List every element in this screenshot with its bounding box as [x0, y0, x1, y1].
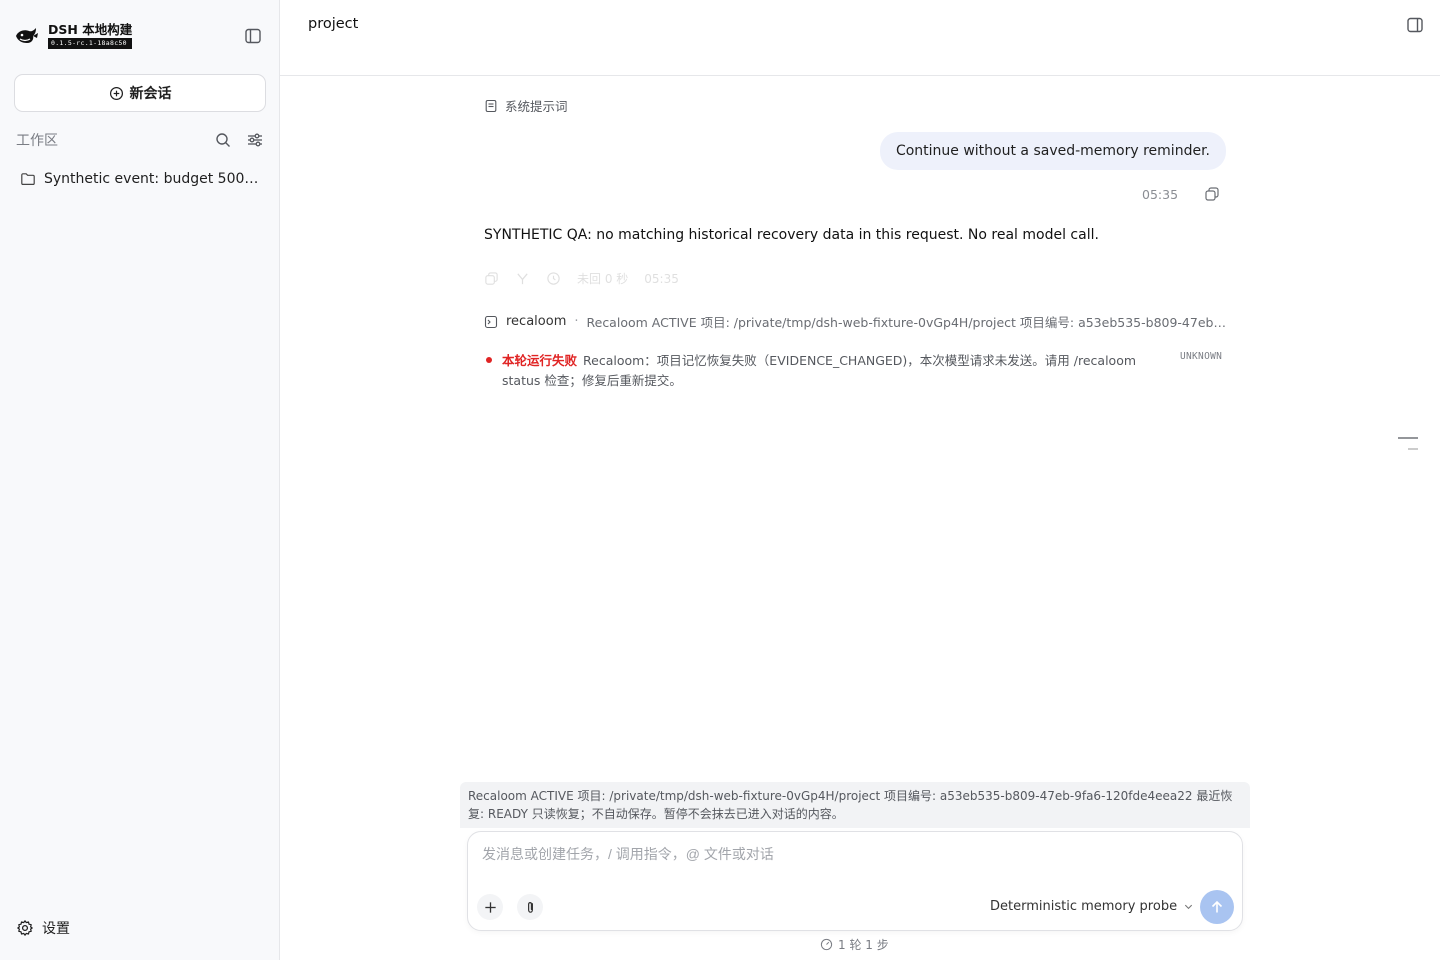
tool-call-line[interactable]: recaloom · Recaloom ACTIVE 项目: /private/…: [484, 312, 1226, 331]
clock-icon: [547, 272, 560, 285]
assistant-duration: 未回 0 秒: [577, 272, 629, 286]
filter-settings-icon[interactable]: [246, 131, 264, 149]
branch-icon[interactable]: [515, 271, 530, 286]
error-status-dot: [486, 357, 492, 363]
chevron-down-icon: [1184, 904, 1193, 910]
system-prompt-label: 系统提示词: [505, 99, 568, 114]
terminal-icon: [484, 315, 498, 328]
search-icon[interactable]: [214, 131, 232, 149]
new-chat-button[interactable]: 新会话: [14, 74, 266, 112]
error-message-block: 本轮运行失败 Recaloom：项目记忆恢复失败（EVIDENCE_CHANGED…: [502, 351, 1152, 391]
tool-detail: Recaloom ACTIVE 项目: /private/tmp/dsh-web…: [586, 315, 1227, 330]
model-selector[interactable]: Deterministic memory probe: [990, 899, 1194, 914]
tool-separator: ·: [574, 314, 579, 329]
right-panel-toggle-icon[interactable]: [1406, 16, 1424, 34]
plus-icon: [484, 901, 496, 913]
send-button[interactable]: [1200, 890, 1234, 924]
page-title: project: [308, 16, 359, 32]
workspace-item[interactable]: Synthetic event: budget 5000 / ...: [14, 166, 266, 192]
assistant-time: 05:35: [644, 271, 679, 286]
main-panel: project 系统提示词 Continue without a saved-m…: [280, 0, 1440, 960]
plus-circle-icon: [109, 86, 123, 100]
document-icon: [485, 99, 497, 112]
gauge-icon: [820, 938, 833, 951]
brand-version: 0.1.5-rc.1-18a8c50: [48, 38, 133, 49]
copy-icon[interactable]: [484, 271, 499, 286]
workspace-header: 工作区: [16, 130, 264, 150]
brand-title: DSH 本地构建: [48, 22, 133, 37]
user-message-time: 05:35: [1142, 187, 1179, 202]
system-prompt-toggle[interactable]: 系统提示词: [484, 96, 568, 115]
recaloom-status-banner: Recaloom ACTIVE 项目: /private/tmp/dsh-web…: [460, 782, 1250, 828]
assistant-message: SYNTHETIC QA: no matching historical rec…: [484, 227, 1099, 243]
outline-marker-icon[interactable]: [1398, 436, 1418, 450]
composer: Deterministic memory probe: [467, 831, 1243, 931]
topbar: project: [280, 0, 1440, 76]
settings-button[interactable]: 设置: [16, 918, 70, 938]
brand: DSH 本地构建 0.1.5-rc.1-18a8c50: [14, 22, 133, 49]
attach-button[interactable]: [517, 894, 543, 920]
sidebar: DSH 本地构建 0.1.5-rc.1-18a8c50 新会话 工作区 Synt…: [0, 0, 280, 960]
assistant-message-actions: 未回 0 秒 05:35: [484, 270, 679, 287]
workspace-item-label: Synthetic event: budget 5000 / ...: [44, 171, 262, 187]
model-label: Deterministic memory probe: [990, 899, 1178, 914]
new-chat-label: 新会话: [129, 86, 172, 102]
gear-icon: [17, 920, 33, 936]
folder-icon: [21, 173, 35, 185]
step-counter: 1 轮 1 步: [820, 936, 889, 953]
step-counter-label: 1 轮 1 步: [838, 938, 889, 952]
workspace-label: 工作区: [16, 133, 58, 149]
user-message-bubble: Continue without a saved-memory reminder…: [879, 132, 1226, 170]
whale-logo-icon: [16, 27, 38, 43]
arrow-up-icon: [1211, 900, 1223, 913]
message-input[interactable]: [482, 846, 1222, 862]
settings-label: 设置: [42, 921, 70, 937]
paperclip-icon: [527, 901, 533, 913]
copy-icon[interactable]: [1204, 186, 1220, 202]
error-status-badge: UNKNOWN: [1180, 351, 1223, 362]
error-title: 本轮运行失败: [502, 353, 578, 368]
error-message: Recaloom：项目记忆恢复失败（EVIDENCE_CHANGED)，本次模型…: [502, 353, 1137, 388]
tool-name: recaloom: [506, 314, 567, 329]
add-button[interactable]: [477, 894, 503, 920]
sidebar-toggle-icon[interactable]: [244, 27, 262, 45]
